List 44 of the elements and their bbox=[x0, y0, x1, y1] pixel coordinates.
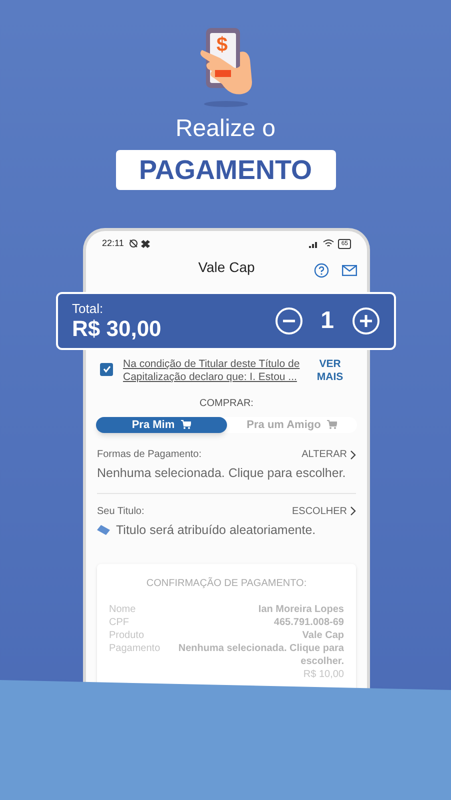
field-label: Seu Titulo: bbox=[97, 504, 144, 519]
row-value: Vale Cap bbox=[301, 628, 344, 642]
checkmark-icon bbox=[102, 364, 112, 374]
quantity-value: 1 bbox=[320, 306, 334, 336]
mail-icon[interactable] bbox=[342, 264, 357, 276]
signal-icon bbox=[309, 240, 320, 248]
chevron-right-icon[interactable] bbox=[350, 450, 356, 460]
checkbox[interactable] bbox=[100, 362, 113, 376]
row-value: Ian Moreira Lopes bbox=[257, 602, 344, 616]
card-title: CONFIRMAÇÃO DE PAGAMENTO: bbox=[145, 576, 308, 590]
wifi-icon bbox=[323, 239, 334, 248]
chevron-right-icon[interactable] bbox=[350, 506, 356, 516]
see-more-link[interactable]: VER MAIS bbox=[315, 358, 345, 384]
cart-icon bbox=[326, 420, 337, 430]
headline: Realize o bbox=[175, 114, 276, 144]
field-value: Titulo será atribuído aleatoriamente. bbox=[116, 522, 316, 539]
status-time: 22:11 bbox=[102, 237, 124, 250]
cart-icon bbox=[180, 420, 191, 430]
row-label: Pagamento bbox=[109, 642, 160, 656]
headline-banner: PAGAMENTO bbox=[116, 150, 336, 190]
toggle-option[interactable]: Pra Mim bbox=[96, 416, 226, 433]
minus-button[interactable] bbox=[274, 307, 303, 335]
total-label: Total: bbox=[72, 300, 104, 316]
row-value: Nenhuma selecionada. Clique para escolher. bbox=[177, 642, 344, 668]
row-value: 465.791.008-69 bbox=[272, 616, 344, 628]
total-amount: R$ 30,00 bbox=[72, 316, 162, 342]
hand-holding-phone-icon bbox=[198, 26, 254, 108]
plus-button[interactable] bbox=[352, 307, 380, 335]
row-label: CPF bbox=[109, 616, 129, 628]
row-label: Produto bbox=[109, 628, 144, 642]
help-icon[interactable] bbox=[314, 262, 329, 278]
field-label: Formas de Pagamento: bbox=[97, 448, 202, 462]
section-label: COMPRAR: bbox=[198, 396, 254, 410]
status-icon bbox=[140, 240, 150, 248]
row-value: R$ 10,00 bbox=[302, 668, 344, 680]
terms-text[interactable]: Na condição de Titular deste Título de Capitalização declaro que: I. Estou ... bbox=[123, 358, 305, 384]
ticket-icon bbox=[97, 525, 110, 536]
app-title: Vale Cap bbox=[198, 258, 255, 277]
status-icon bbox=[128, 239, 138, 248]
action-link[interactable]: ALTERAR bbox=[302, 447, 347, 462]
row-label: Nome bbox=[109, 602, 136, 616]
action-link[interactable]: ESCOLHER bbox=[292, 504, 347, 519]
dollar-sign: $ bbox=[216, 35, 228, 55]
field-value: Nenhuma selecionada. Clique para escolher. bbox=[97, 465, 346, 482]
